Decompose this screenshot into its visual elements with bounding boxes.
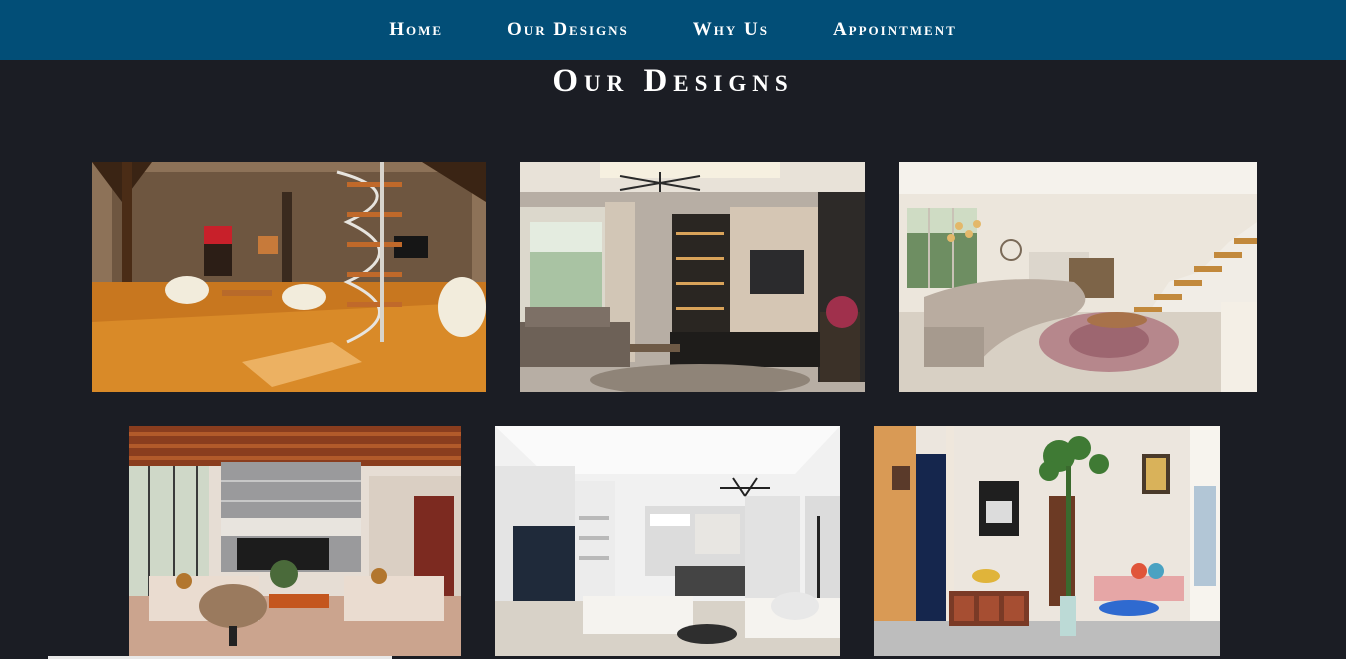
- nav-link-our-designs[interactable]: Our Designs: [507, 19, 629, 41]
- design-image-eclectic-plant-room[interactable]: [874, 426, 1220, 656]
- nav-link-appointment[interactable]: Appointment: [833, 19, 957, 41]
- design-image-modern-tv-lounge[interactable]: [520, 162, 865, 392]
- design-image-white-minimalist-room[interactable]: [495, 426, 840, 656]
- design-image-loft-spiral-staircase[interactable]: [92, 162, 486, 392]
- top-navbar: Home Our Designs Why Us Appointment: [0, 0, 1346, 60]
- nav-link-home[interactable]: Home: [389, 19, 443, 41]
- design-image-stone-fireplace-lounge[interactable]: [129, 426, 461, 656]
- section-title: Our Designs: [552, 63, 794, 99]
- nav-link-why-us[interactable]: Why Us: [693, 19, 769, 41]
- design-image-curved-sofa-stairs[interactable]: [899, 162, 1257, 392]
